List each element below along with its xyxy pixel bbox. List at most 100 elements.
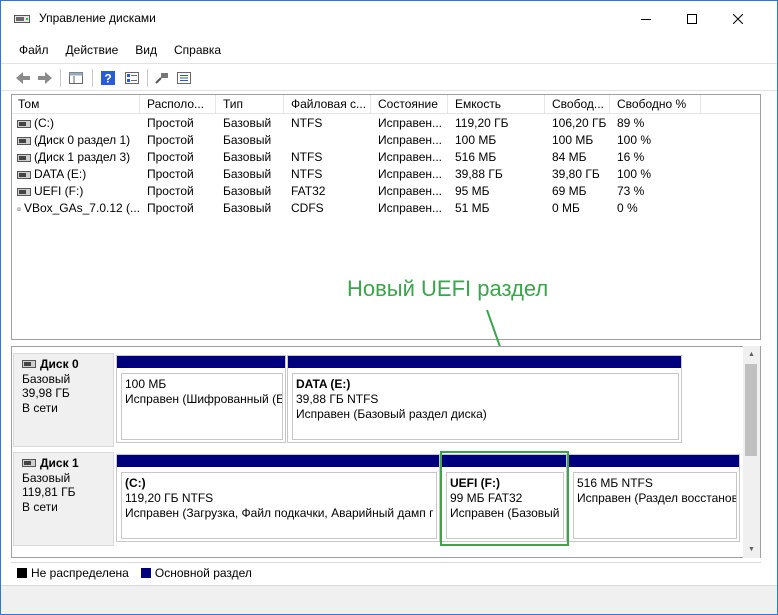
volume-name: UEFI (F:)	[34, 184, 84, 198]
volume-filesystem: FAT32	[291, 184, 326, 198]
menu-action[interactable]: Действие	[57, 40, 127, 62]
scroll-down-arrow-icon[interactable]: ▼	[743, 541, 760, 558]
help-icon[interactable]: ?	[98, 68, 118, 87]
partition-status: Исправен (Базовый раздел диска)	[296, 407, 487, 421]
volume-row[interactable]: (Диск 0 раздел 1) Простой Базовый Исправ…	[12, 132, 760, 149]
volume-free-percent: 100 %	[617, 133, 652, 147]
volume-status: Исправен...	[378, 167, 443, 181]
volume-free-percent: 16 %	[617, 150, 645, 164]
volume-row[interactable]: (C:) Простой Базовый NTFS Исправен... 11…	[12, 115, 760, 132]
volume-type: Базовый	[223, 184, 272, 198]
volume-filesystem: NTFS	[291, 150, 323, 164]
menu-help[interactable]: Справка	[165, 40, 229, 62]
volume-free-space: 106,20 ГБ	[552, 116, 607, 130]
menu-view[interactable]: Вид	[126, 40, 165, 62]
scroll-up-arrow-icon[interactable]: ▲	[743, 346, 760, 363]
column-header-free-space[interactable]: Свобод...	[546, 95, 610, 114]
partition-block[interactable]: 100 МБ Исправен (Шифрованный (E	[116, 355, 286, 443]
properties-icon[interactable]	[122, 68, 142, 87]
volume-free-space: 39,80 ГБ	[552, 167, 600, 181]
volume-capacity: 119,20 ГБ	[455, 116, 509, 130]
volume-list: Том Располо... Тип Файловая с... Состоян…	[11, 94, 761, 340]
partition-block[interactable]: 516 МБ NTFS Исправен (Раздел восстанов.	[568, 454, 740, 542]
volume-status: Исправен...	[378, 133, 443, 147]
column-header-filesystem[interactable]: Файловая с...	[285, 95, 371, 114]
partition-size: 119,20 ГБ NTFS	[125, 491, 214, 505]
partition-size: 39,88 ГБ NTFS	[296, 392, 379, 406]
volume-capacity: 516 МБ	[455, 150, 497, 164]
menu-bar: Файл Действие Вид Справка	[1, 40, 229, 62]
volume-layout: Простой	[147, 184, 194, 198]
minimize-button[interactable]	[623, 1, 669, 36]
volume-filesystem	[285, 132, 371, 149]
volume-name: (C:)	[34, 116, 54, 130]
back-arrow-icon[interactable]	[13, 68, 33, 87]
volume-type: Базовый	[223, 201, 272, 215]
disk-0-label[interactable]: Диск 0 Базовый 39,98 ГБ В сети	[13, 353, 114, 447]
unallocated-swatch	[17, 567, 27, 578]
legend-primary-partition: Основной раздел	[154, 565, 252, 580]
forward-arrow-icon[interactable]	[35, 68, 55, 87]
volume-name: VBox_GAs_7.0.12 (...	[23, 201, 140, 215]
disk-volume-icon	[17, 170, 31, 179]
partition-status: Исправен (Загрузка, Файл подкачки, Авари…	[125, 506, 434, 520]
settings-list-icon[interactable]	[174, 68, 194, 87]
column-header-layout[interactable]: Располо...	[141, 95, 216, 114]
volume-row[interactable]: VBox_GAs_7.0.12 (... Простой Базовый CDF…	[12, 200, 760, 217]
column-header-capacity[interactable]: Емкость	[449, 95, 545, 114]
disk-1-label[interactable]: Диск 1 Базовый 119,81 ГБ В сети	[13, 452, 114, 546]
connect-icon[interactable]	[152, 68, 172, 87]
column-header-type[interactable]: Тип	[217, 95, 284, 114]
disk-icon	[22, 459, 36, 468]
volume-filesystem: CDFS	[291, 201, 324, 215]
scroll-thumb[interactable]	[745, 364, 757, 456]
volume-free-space: 84 МБ	[552, 150, 587, 164]
volume-row[interactable]: UEFI (F:) Простой Базовый FAT32 Исправен…	[12, 183, 760, 200]
volume-layout: Простой	[147, 133, 194, 147]
legend-unallocated: Не распределена	[31, 565, 129, 580]
volume-row[interactable]: (Диск 1 раздел 3) Простой Базовый NTFS И…	[12, 149, 760, 166]
toolbar: ?	[1, 63, 777, 91]
close-button[interactable]	[715, 1, 761, 36]
menu-file[interactable]: Файл	[10, 40, 57, 62]
disk-kind: Базовый	[22, 470, 71, 485]
disk-size: 119,81 ГБ	[22, 485, 76, 499]
title-bar: Управление дисками	[1, 1, 777, 36]
volume-name: DATA (E:)	[34, 167, 87, 181]
disk-size: 39,98 ГБ	[22, 386, 70, 400]
volume-status: Исправен...	[378, 116, 443, 130]
column-header-status[interactable]: Состояние	[372, 95, 448, 114]
disk-state: В сети	[22, 499, 58, 514]
partition-block[interactable]: DATA (E:) 39,88 ГБ NTFS Исправен (Базовы…	[287, 355, 682, 443]
status-bar	[1, 585, 777, 614]
volume-row[interactable]: DATA (E:) Простой Базовый NTFS Исправен.…	[12, 166, 760, 183]
partition-status: Исправен (Шифрованный (E	[125, 392, 283, 406]
disk-volume-icon	[17, 119, 31, 128]
console-tree-icon[interactable]	[66, 68, 86, 87]
volume-free-percent: 0 %	[617, 201, 638, 215]
primary-partition-swatch	[140, 567, 151, 578]
volume-capacity: 95 МБ	[455, 184, 490, 198]
disk-kind: Базовый	[22, 371, 71, 386]
volume-status: Исправен...	[378, 150, 443, 164]
partition-status: Исправен (Раздел восстанов.	[577, 491, 737, 505]
volume-list-header: Том Располо... Тип Файловая с... Состоян…	[12, 95, 760, 114]
partition-block[interactable]: (C:) 119,20 ГБ NTFS Исправен (Загрузка, …	[116, 454, 440, 542]
window-title: Управление дисками	[39, 11, 156, 25]
partition-title: DATA (E:)	[296, 377, 351, 391]
volume-layout: Простой	[147, 201, 194, 215]
column-header-free-percent[interactable]: Свободно %	[611, 95, 701, 114]
volume-free-space: 69 МБ	[552, 184, 587, 198]
legend: Не распределена Основной раздел	[11, 562, 761, 582]
disk-pane-scrollbar[interactable]: ▲ ▼	[743, 346, 760, 558]
volume-type: Базовый	[223, 150, 272, 164]
volume-free-space: 100 МБ	[552, 133, 594, 147]
maximize-button[interactable]	[669, 1, 715, 36]
svg-text:?: ?	[104, 71, 111, 85]
volume-filesystem: NTFS	[291, 116, 323, 130]
column-header-volume[interactable]: Том	[12, 95, 140, 114]
volume-name: (Диск 0 раздел 1)	[34, 133, 131, 147]
primary-partition-bar	[288, 356, 681, 368]
volume-capacity: 51 МБ	[455, 201, 490, 215]
volume-type: Базовый	[223, 167, 272, 181]
